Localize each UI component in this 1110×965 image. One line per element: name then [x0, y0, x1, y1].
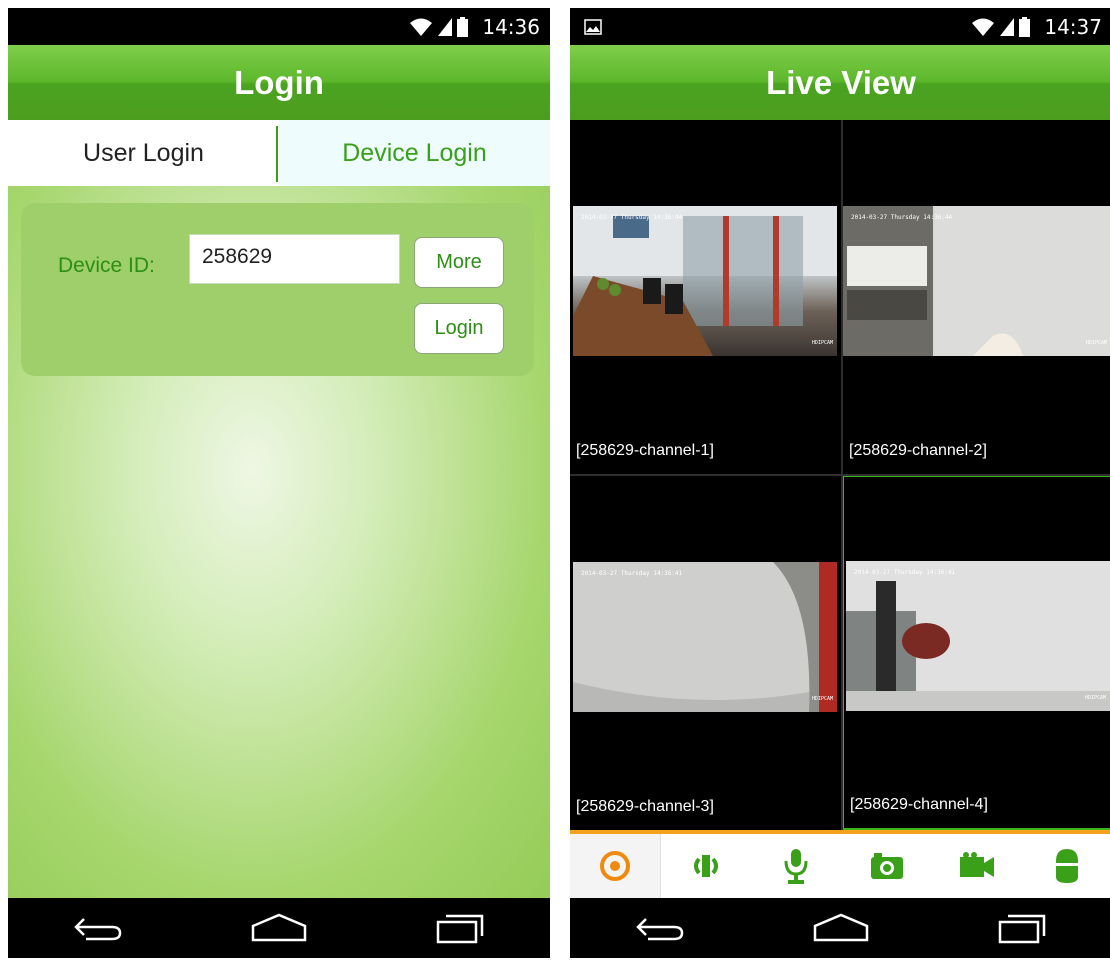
- status-icons: [409, 17, 468, 37]
- channel-3-timestamp: 2014-03-27 Thursday 14:36:41: [581, 570, 683, 577]
- status-bar: 14:37: [570, 8, 1110, 45]
- channel-cell-4[interactable]: 2014-03-27 Thursday 14:36:41 HDIPCAM [25…: [842, 475, 1110, 830]
- talk-button[interactable]: [751, 834, 841, 898]
- gallery-notification-icon: [584, 19, 602, 35]
- live-view-screen: 14:37 Live View 2014-03-27 Thursday 14:3…: [570, 8, 1110, 958]
- page-title: Login: [8, 45, 550, 120]
- live-view-toolbar: [570, 834, 1110, 898]
- grid-divider-horizontal: [570, 474, 1110, 476]
- speaker-icon: [694, 855, 719, 877]
- channel-4-timestamp: 2014-03-27 Thursday 14:36:41: [854, 569, 956, 576]
- channel-1-video: 2014-03-27 Thursday 14:36:44 HDIPCAM: [573, 206, 837, 356]
- channel-3-scene: [573, 562, 837, 712]
- channel-4-video: 2014-03-27 Thursday 14:36:41 HDIPCAM: [846, 561, 1110, 711]
- record-button[interactable]: [932, 834, 1022, 898]
- ptz-button[interactable]: [1022, 834, 1110, 898]
- signal-icon: [438, 18, 452, 36]
- ptz-icon: [1055, 849, 1078, 883]
- wifi-icon: [410, 18, 432, 36]
- channel-cell-2[interactable]: 2014-03-27 Thursday 14:36:44 HDIPCAM [25…: [843, 120, 1110, 474]
- channel-1-label: [258629-channel-1]: [576, 442, 714, 459]
- nav-bar: [570, 898, 1110, 958]
- recents-button[interactable]: [420, 898, 500, 958]
- home-icon: [813, 913, 869, 942]
- video-record-icon: [959, 852, 994, 877]
- back-button[interactable]: [58, 898, 138, 958]
- channel-1-timestamp: 2014-03-27 Thursday 14:36:44: [581, 214, 683, 221]
- status-bar: 14:36: [8, 8, 550, 45]
- login-tabs: User Login Device Login: [8, 120, 550, 186]
- audio-button[interactable]: [661, 834, 751, 898]
- live-view-grid: 2014-03-27 Thursday 14:36:44 HDIPCAM [25…: [570, 120, 1110, 830]
- channel-3-watermark: HDIPCAM: [811, 696, 833, 702]
- camera-icon: [870, 853, 903, 879]
- channel-4-label: [258629-channel-4]: [850, 796, 988, 813]
- status-icons: [971, 17, 1030, 37]
- back-icon: [636, 918, 684, 941]
- recents-icon: [998, 914, 1045, 944]
- tab-user-login[interactable]: User Login: [8, 120, 279, 186]
- channel-1-scene: [573, 206, 837, 356]
- channel-cell-1[interactable]: 2014-03-27 Thursday 14:36:44 HDIPCAM [25…: [570, 120, 840, 474]
- channel-2-scene: [843, 206, 1110, 356]
- device-id-input[interactable]: 258629: [189, 234, 400, 284]
- tab-divider: [276, 126, 278, 182]
- battery-icon: [1019, 17, 1030, 37]
- wifi-icon: [972, 18, 994, 36]
- tab-device-login[interactable]: Device Login: [279, 120, 550, 186]
- channel-2-timestamp: 2014-03-27 Thursday 14:36:44: [851, 214, 953, 221]
- channel-2-video: 2014-03-27 Thursday 14:36:44 HDIPCAM: [843, 206, 1110, 356]
- home-button[interactable]: [801, 898, 881, 958]
- preview-button[interactable]: [570, 834, 662, 898]
- preview-icon: [600, 851, 631, 881]
- login-screen: 14:36 Login User Login Device Login Devi…: [8, 8, 550, 958]
- channel-cell-3[interactable]: 2014-03-27 Thursday 14:36:41 HDIPCAM [25…: [570, 476, 840, 830]
- more-button[interactable]: More: [414, 237, 504, 288]
- channel-4-watermark: HDIPCAM: [1084, 695, 1106, 701]
- channel-2-label: [258629-channel-2]: [849, 442, 987, 459]
- microphone-icon: [784, 849, 808, 884]
- page-title: Live View: [570, 45, 1110, 120]
- status-time: 14:36: [482, 15, 540, 39]
- signal-icon: [1000, 18, 1014, 36]
- channel-3-video: 2014-03-27 Thursday 14:36:41 HDIPCAM: [573, 562, 837, 712]
- device-id-label: Device ID:: [58, 254, 155, 277]
- back-button[interactable]: [620, 898, 700, 958]
- channel-2-watermark: HDIPCAM: [1085, 340, 1107, 346]
- back-icon: [74, 918, 122, 941]
- channel-1-watermark: HDIPCAM: [811, 340, 833, 346]
- battery-icon: [457, 17, 468, 37]
- login-button[interactable]: Login: [414, 303, 504, 354]
- channel-3-label: [258629-channel-3]: [576, 798, 714, 815]
- home-button[interactable]: [239, 898, 319, 958]
- nav-bar: [8, 898, 550, 958]
- snapshot-button[interactable]: [842, 834, 932, 898]
- recents-icon: [436, 914, 483, 944]
- status-time: 14:37: [1044, 15, 1102, 39]
- recents-button[interactable]: [982, 898, 1062, 958]
- home-icon: [251, 913, 307, 942]
- channel-4-scene: [846, 561, 1110, 711]
